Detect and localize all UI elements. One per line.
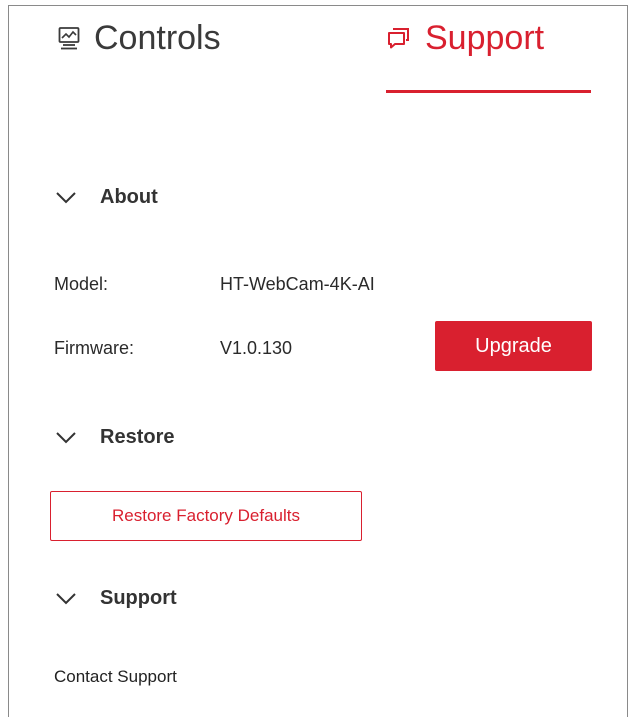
firmware-label: Firmware:	[54, 338, 134, 358]
tab-support[interactable]: Support	[387, 18, 544, 58]
restore-title: Restore	[100, 426, 175, 448]
about-title: About	[100, 186, 158, 208]
support-section-header[interactable]: Support	[56, 587, 177, 610]
restore-factory-defaults-button[interactable]: Restore Factory Defaults	[50, 491, 362, 541]
chat-bubbles-icon	[387, 26, 411, 50]
upgrade-button[interactable]: Upgrade	[435, 321, 592, 371]
contact-support-link[interactable]: Contact Support	[54, 667, 177, 687]
active-tab-indicator	[386, 90, 591, 93]
chevron-down-icon	[56, 191, 76, 204]
tab-controls-label: Controls	[94, 19, 221, 57]
firmware-value: V1.0.130	[220, 338, 293, 358]
tab-support-label: Support	[425, 19, 545, 57]
about-section-header[interactable]: About	[56, 186, 158, 209]
model-label: Model:	[54, 274, 109, 294]
monitor-chart-icon	[58, 25, 80, 51]
tab-controls[interactable]: Controls	[58, 18, 221, 58]
chevron-down-icon	[56, 592, 76, 605]
chevron-down-icon	[56, 431, 76, 444]
restore-section-header[interactable]: Restore	[56, 426, 174, 449]
model-value: HT-WebCam-4K-AI	[220, 274, 375, 294]
support-title: Support	[100, 587, 177, 609]
